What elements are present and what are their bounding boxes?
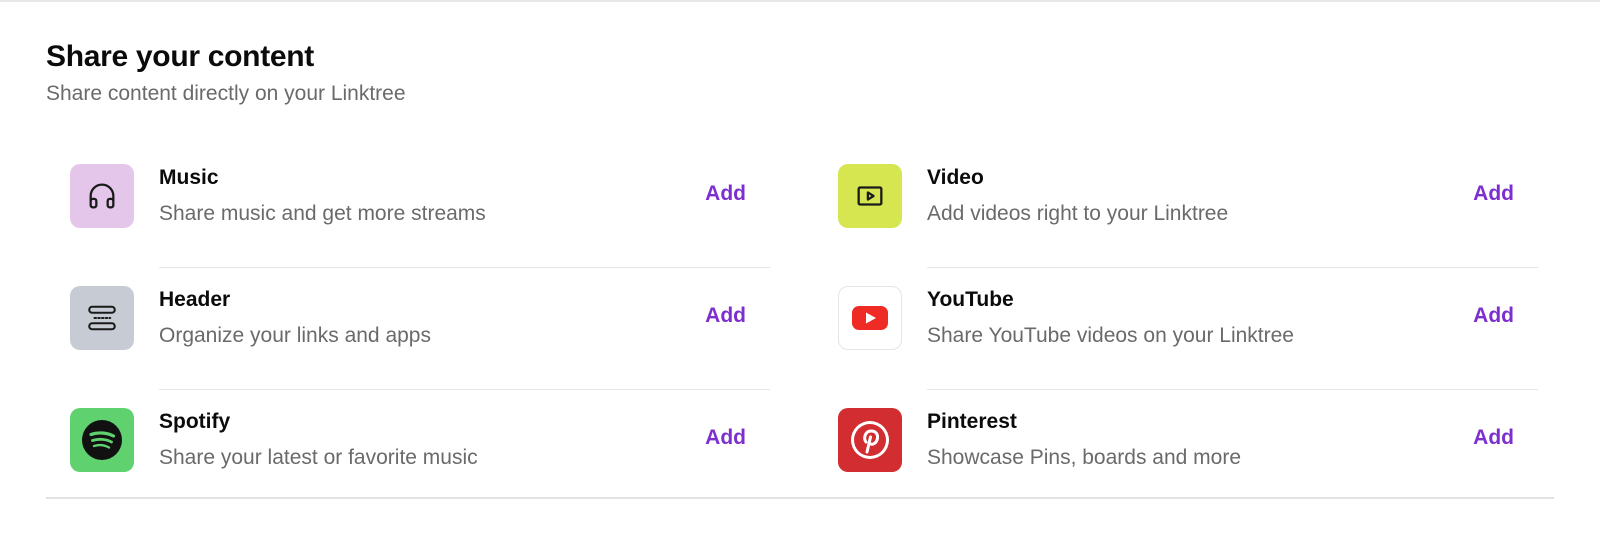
headphones-icon bbox=[70, 164, 134, 228]
option-name: Spotify bbox=[159, 410, 231, 433]
content-option-spotify: Spotify Share your latest or favorite mu… bbox=[70, 390, 770, 494]
add-header-button[interactable]: Add bbox=[705, 304, 746, 328]
add-music-button[interactable]: Add bbox=[705, 182, 746, 206]
header-icon bbox=[70, 286, 134, 350]
option-name: Video bbox=[927, 166, 984, 189]
spotify-icon bbox=[70, 408, 134, 472]
add-youtube-button[interactable]: Add bbox=[1473, 304, 1514, 328]
youtube-icon bbox=[838, 286, 902, 350]
option-description: Share music and get more streams bbox=[159, 202, 486, 225]
option-name: YouTube bbox=[927, 288, 1014, 311]
share-content-panel: Share your content Share content directl… bbox=[46, 0, 1554, 539]
content-options-grid: Music Share music and get more streams A… bbox=[70, 146, 1554, 494]
option-description: Share your latest or favorite music bbox=[159, 446, 478, 469]
add-spotify-button[interactable]: Add bbox=[705, 426, 746, 450]
option-name: Header bbox=[159, 288, 231, 311]
section-subtitle: Share content directly on your Linktree bbox=[46, 82, 406, 105]
content-option-header: Header Organize your links and apps Add bbox=[70, 268, 770, 390]
option-name: Music bbox=[159, 166, 219, 189]
content-option-video: Video Add videos right to your Linktree … bbox=[838, 146, 1538, 268]
option-description: Share YouTube videos on your Linktree bbox=[927, 324, 1294, 347]
video-play-icon bbox=[838, 164, 902, 228]
option-description: Organize your links and apps bbox=[159, 324, 431, 347]
pinterest-icon bbox=[838, 408, 902, 472]
section-title: Share your content bbox=[46, 40, 314, 73]
add-video-button[interactable]: Add bbox=[1473, 182, 1514, 206]
content-option-music: Music Share music and get more streams A… bbox=[70, 146, 770, 268]
add-pinterest-button[interactable]: Add bbox=[1473, 426, 1514, 450]
content-option-youtube: YouTube Share YouTube videos on your Lin… bbox=[838, 268, 1538, 390]
option-description: Add videos right to your Linktree bbox=[927, 202, 1229, 225]
content-option-pinterest: Pinterest Showcase Pins, boards and more… bbox=[838, 390, 1538, 494]
option-description: Showcase Pins, boards and more bbox=[927, 446, 1242, 469]
bottom-divider bbox=[46, 497, 1554, 499]
option-name: Pinterest bbox=[927, 410, 1017, 433]
